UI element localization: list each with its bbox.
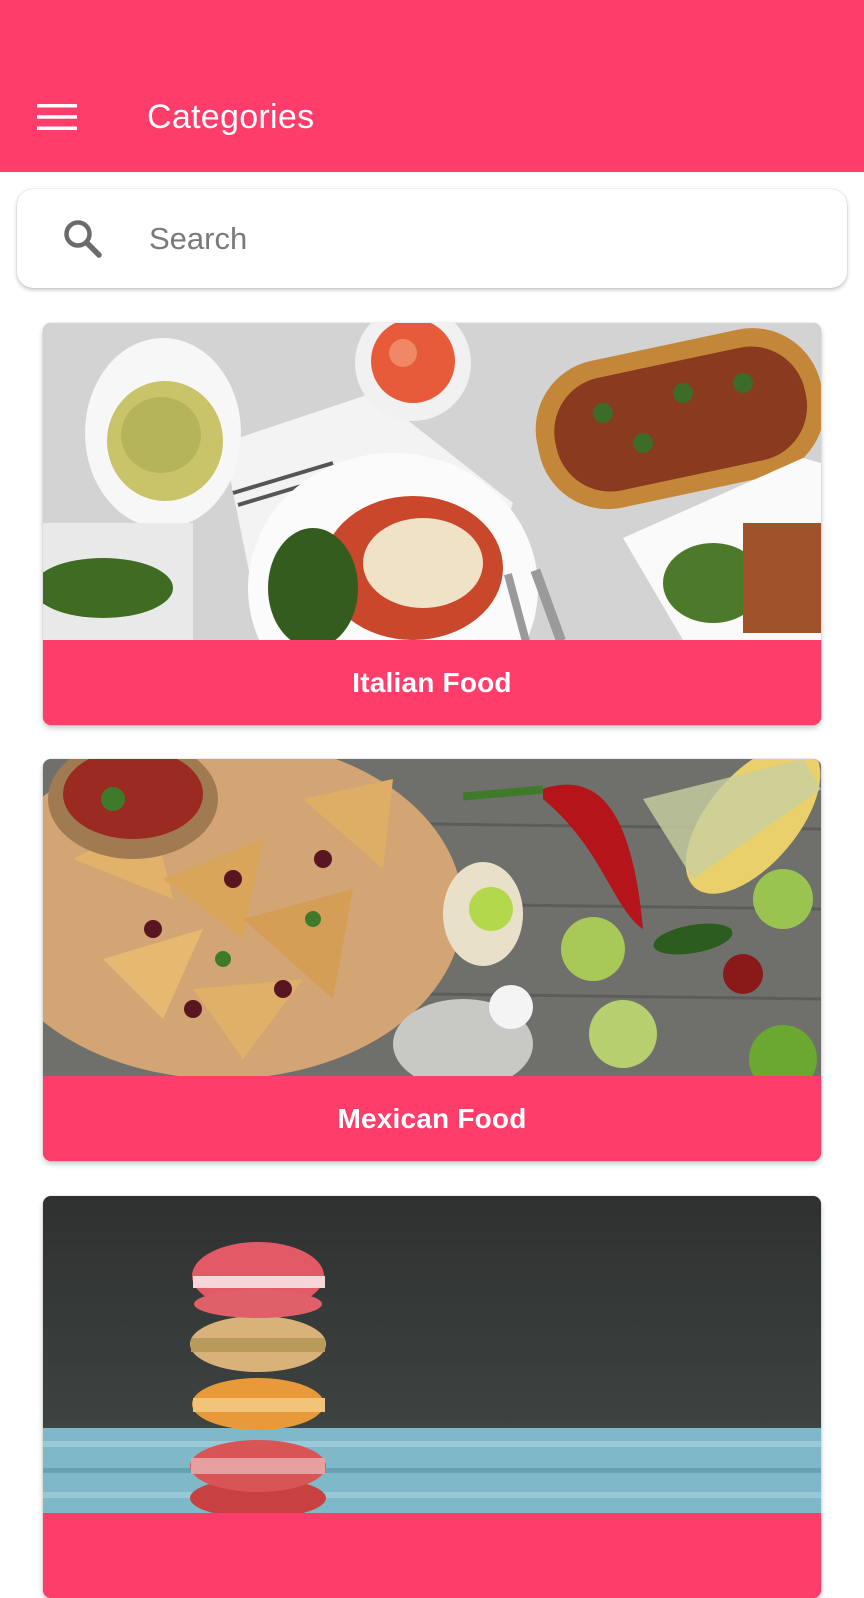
menu-button[interactable]	[24, 84, 90, 150]
page-title: Categories	[147, 98, 315, 136]
mexican-food-photo	[43, 759, 821, 1076]
search-input[interactable]	[147, 209, 827, 269]
app-bar: Categories	[0, 0, 864, 172]
category-label	[43, 1513, 821, 1598]
hamburger-menu-icon	[37, 104, 77, 130]
search-bar[interactable]	[17, 189, 847, 288]
category-label: Italian Food	[43, 640, 821, 725]
italian-food-photo	[43, 323, 821, 640]
category-card-dessert[interactable]	[43, 1196, 821, 1598]
search-icon[interactable]	[61, 217, 105, 261]
category-label: Mexican Food	[43, 1076, 821, 1161]
macarons-dessert-photo	[43, 1196, 821, 1513]
category-card-italian[interactable]: Italian Food	[43, 323, 821, 725]
category-card-mexican[interactable]: Mexican Food	[43, 759, 821, 1161]
